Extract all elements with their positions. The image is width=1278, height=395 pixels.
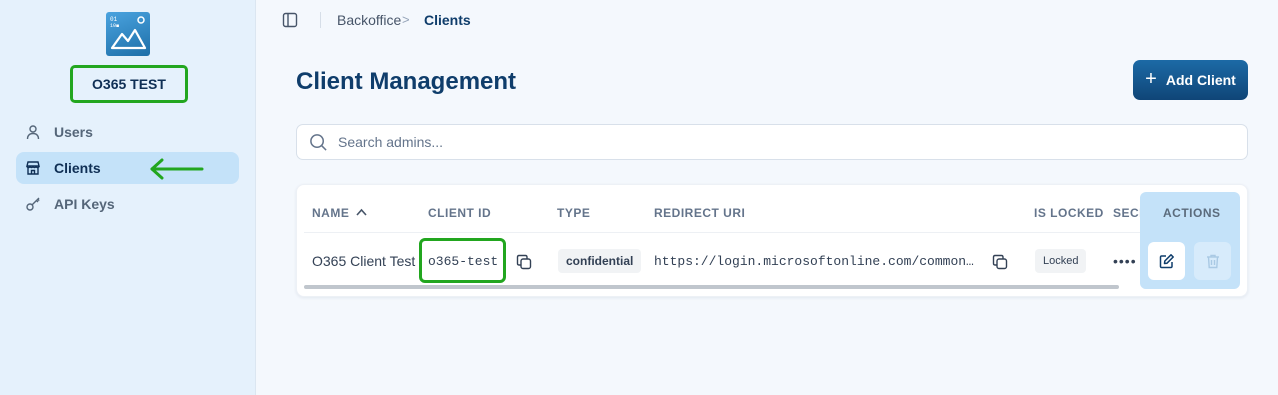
- copy-redirect-uri-icon[interactable]: [992, 254, 1008, 270]
- page-title: Client Management: [296, 68, 517, 95]
- add-client-label: Add Client: [1165, 72, 1236, 88]
- client-id-highlight: [419, 238, 506, 283]
- locked-badge: Locked: [1035, 249, 1087, 273]
- edit-button[interactable]: [1148, 242, 1185, 280]
- cell-redirect-uri: https://login.microsoftonline.com/common…: [654, 254, 974, 269]
- store-icon: [26, 161, 40, 175]
- sidebar-item-clients[interactable]: Clients: [16, 152, 239, 184]
- svg-text:01: 01: [110, 16, 118, 23]
- search-icon: [310, 133, 327, 151]
- divider: [320, 12, 321, 28]
- sidebar-item-label: Clients: [54, 160, 101, 176]
- breadcrumb-separator: >: [402, 12, 410, 27]
- arrow-left-icon: [150, 158, 204, 180]
- copy-client-id-icon[interactable]: [516, 254, 532, 270]
- column-header-type: TYPE: [557, 206, 591, 220]
- breadcrumb-current: Clients: [424, 12, 471, 28]
- sort-ascending-icon[interactable]: [356, 208, 367, 216]
- sidebar-item-api-keys[interactable]: API Keys: [16, 188, 239, 220]
- search-bar[interactable]: [296, 124, 1248, 160]
- organization-name[interactable]: O365 TEST: [70, 65, 188, 103]
- breadcrumb-root[interactable]: Backoffice: [337, 12, 401, 28]
- trash-icon: [1206, 254, 1219, 269]
- horizontal-scrollbar[interactable]: [304, 285, 1119, 289]
- table-header-divider: [304, 232, 1234, 233]
- column-header-actions: ACTIONS: [1163, 206, 1221, 220]
- column-header-client-id: CLIENT ID: [428, 206, 492, 220]
- sidebar-toggle-icon[interactable]: [282, 12, 298, 28]
- sidebar: 01 10◼ O365 TEST Users Clients API Keys: [0, 0, 256, 395]
- app-logo-icon[interactable]: 01 10◼: [106, 12, 150, 56]
- type-badge: confidential: [558, 249, 642, 273]
- column-header-name[interactable]: NAME: [312, 206, 349, 220]
- add-client-button[interactable]: + Add Client: [1133, 60, 1248, 100]
- cell-name: O365 Client Test: [312, 253, 416, 269]
- delete-button[interactable]: [1194, 242, 1231, 280]
- svg-text:10◼: 10◼: [110, 23, 119, 29]
- sidebar-item-users[interactable]: Users: [16, 116, 239, 148]
- key-icon: [26, 197, 40, 211]
- user-icon: [26, 125, 40, 140]
- search-input[interactable]: [338, 134, 1218, 150]
- column-header-is-locked: IS LOCKED: [1034, 206, 1104, 220]
- sidebar-item-label: API Keys: [54, 196, 115, 212]
- cell-secret: ••••: [1113, 253, 1137, 269]
- column-header-redirect-uri: REDIRECT URI: [654, 206, 746, 220]
- edit-icon: [1159, 254, 1174, 269]
- plus-icon: +: [1145, 68, 1157, 90]
- sidebar-item-label: Users: [54, 124, 93, 140]
